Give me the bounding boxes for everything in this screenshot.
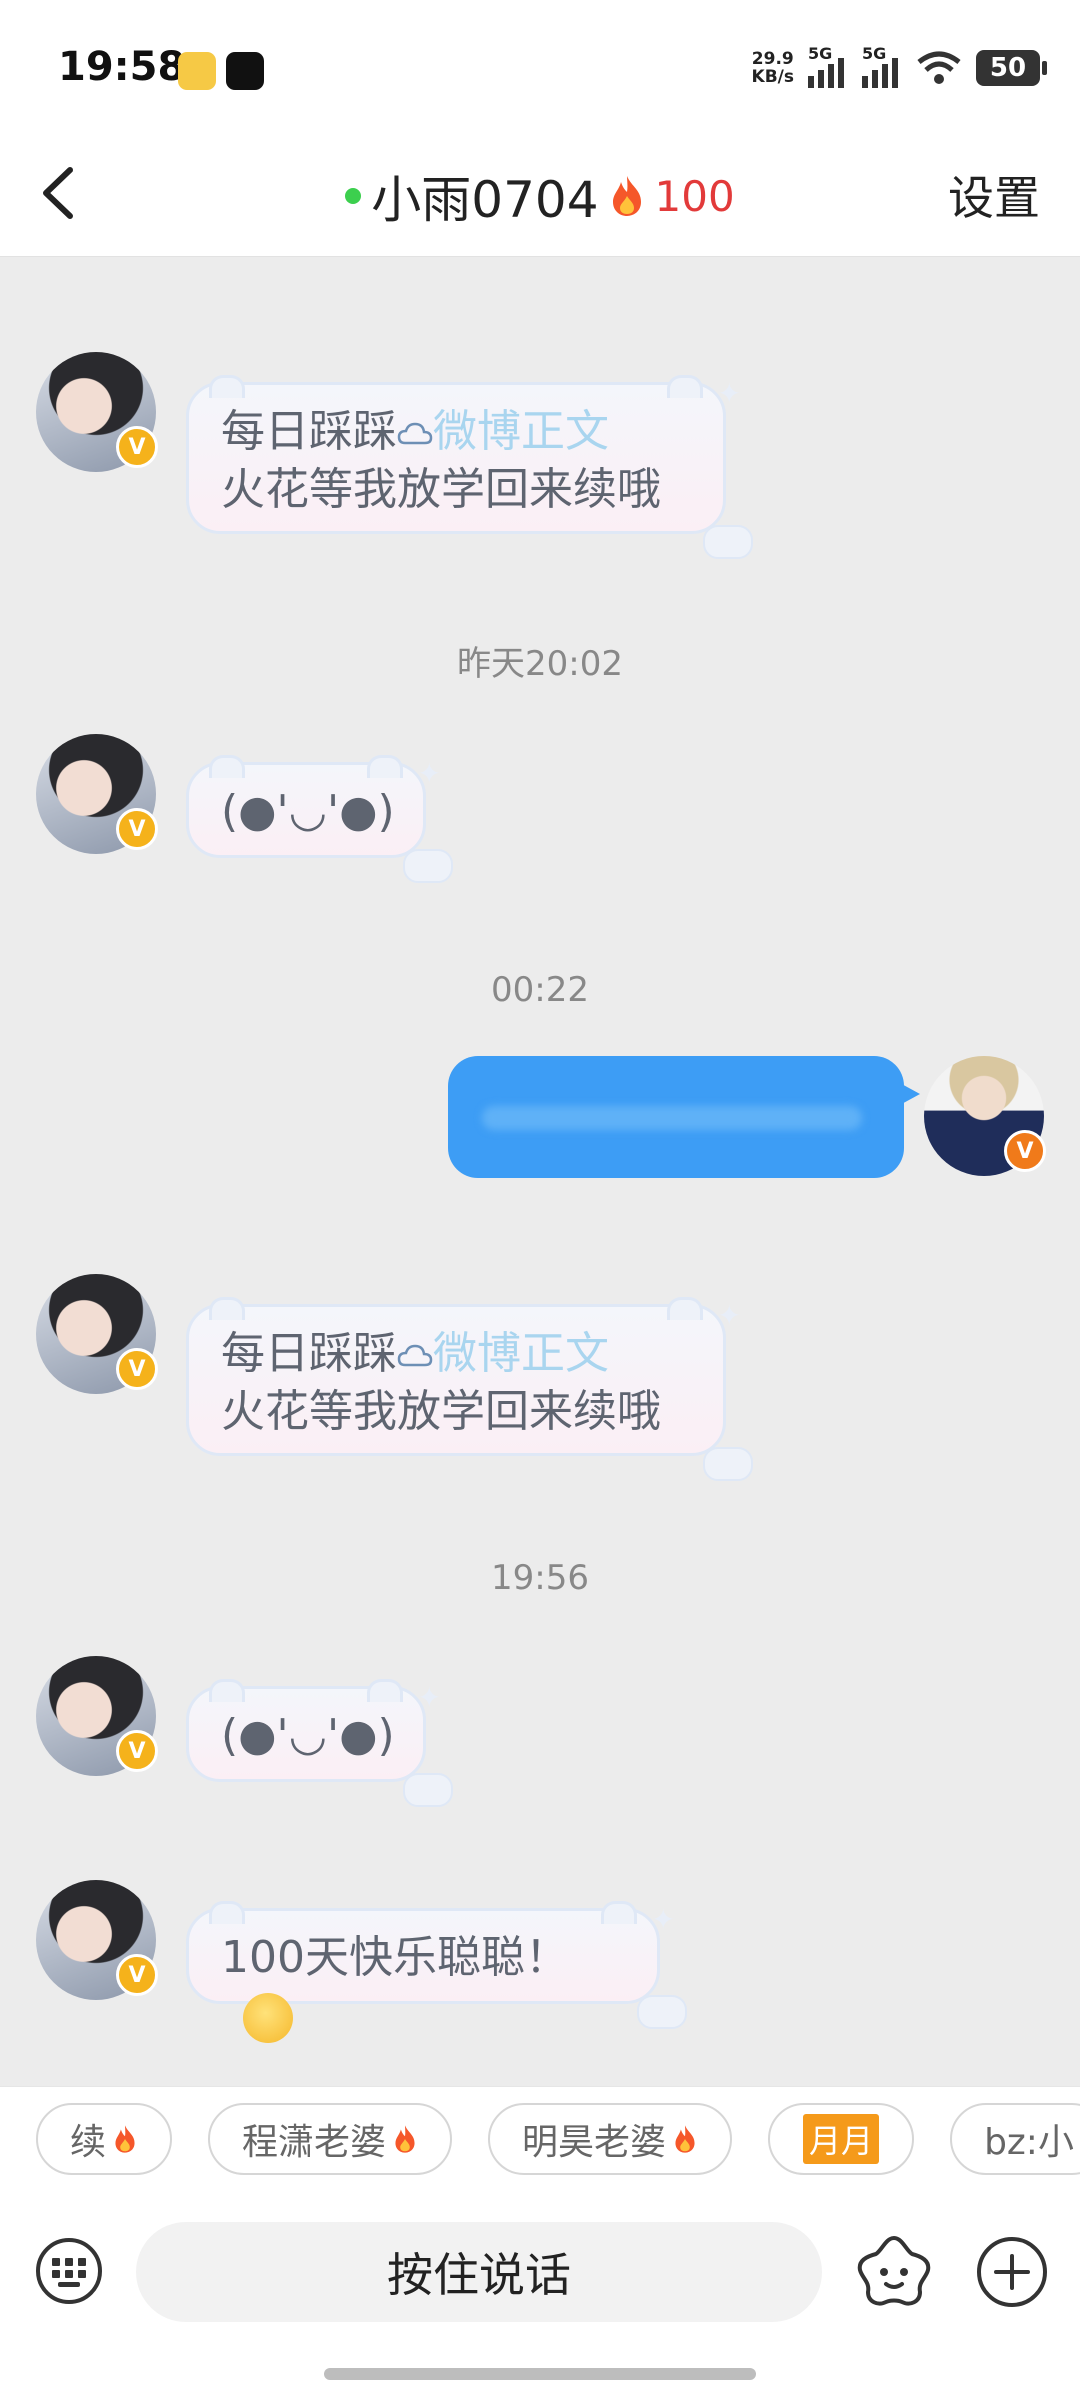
quick-reply-chip[interactable]: 明昊老婆: [488, 2103, 733, 2175]
weibo-post-link[interactable]: 微博正文: [433, 406, 609, 457]
hold-to-talk-button[interactable]: 按住说话: [136, 2222, 822, 2322]
my-avatar[interactable]: V: [924, 1056, 1046, 1176]
emoji-sticker-icon[interactable]: [854, 2232, 934, 2312]
outgoing-message-bubble[interactable]: [448, 1056, 920, 1178]
spark-flame-icon: [612, 176, 641, 216]
chat-header: 小雨0704 100 设置: [0, 130, 1080, 257]
verified-badge-icon: V: [116, 1348, 158, 1390]
verified-badge-icon: V: [116, 808, 158, 850]
fire-icon: [115, 2125, 135, 2153]
quick-reply-chip[interactable]: 程潇老婆: [208, 2103, 453, 2175]
quick-reply-chip[interactable]: 月月: [768, 2103, 915, 2175]
signal-1-icon: 5G: [808, 44, 848, 88]
blurred-message-text: [482, 1106, 862, 1130]
contact-avatar[interactable]: V: [36, 1880, 158, 2000]
verified-badge-icon: V: [116, 1954, 158, 1996]
weibo-post-link[interactable]: 微博正文: [433, 1328, 609, 1379]
net-speed: 29.9 KB/s: [751, 49, 794, 87]
message-bubble[interactable]: ✦ (●'◡'●): [186, 755, 453, 883]
chat-title: 小雨0704: [371, 171, 599, 229]
tiktok-icon: [226, 52, 264, 90]
keyboard-toggle-icon[interactable]: [34, 2236, 104, 2306]
fire-icon: [675, 2125, 695, 2153]
signal-2-icon: 5G: [862, 44, 902, 88]
settings-button[interactable]: 设置: [948, 162, 1040, 228]
verified-badge-icon: V: [116, 426, 158, 468]
timestamp: 00:22: [491, 970, 589, 1010]
message-text: (●'◡'●): [221, 1710, 395, 1761]
message-line-1: 每日踩踩 微博正文: [221, 406, 609, 457]
message-line-1: 每日踩踩 微博正文: [221, 1328, 609, 1379]
input-bar: 按住说话: [0, 2196, 1080, 2400]
message-bubble[interactable]: ✦ (●'◡'●): [186, 1679, 453, 1807]
chat-area[interactable]: V ✦ 每日踩踩 微博正文 火花等我放学回来续哦 昨天20:02 V ✦ (●'◡…: [0, 256, 1080, 2086]
status-bar: 19:58 29.9 KB/s 5G 5G 50: [0, 0, 1080, 130]
contact-avatar[interactable]: V: [36, 1274, 158, 1394]
quick-reply-bar[interactable]: 续 程潇老婆 明昊老婆 月月 bz:小: [0, 2086, 1080, 2197]
battery-icon: 50: [976, 50, 1047, 86]
cloud-icon: [397, 422, 433, 445]
contact-avatar[interactable]: V: [36, 352, 158, 472]
happy-face-emoji-icon: [243, 1993, 293, 2043]
verified-badge-icon: V: [116, 1730, 158, 1772]
quick-reply-chip[interactable]: bz:小: [950, 2103, 1080, 2175]
quick-reply-chip[interactable]: 续: [36, 2103, 173, 2175]
fire-icon: [395, 2125, 415, 2153]
wifi-icon: [917, 51, 961, 84]
plus-icon[interactable]: [974, 2234, 1050, 2310]
message-bubble[interactable]: ✦ 每日踩踩 微博正文 火花等我放学回来续哦: [186, 375, 753, 559]
verified-badge-icon: V: [1004, 1130, 1046, 1172]
spark-count: 100: [654, 171, 735, 221]
timestamp: 19:56: [491, 1558, 589, 1598]
weibo-icon: [178, 52, 216, 90]
message-line-2: 火花等我放学回来续哦: [221, 1386, 661, 1437]
message-text: (●'◡'●): [221, 786, 395, 837]
message-text: 100天快乐聪聪！: [221, 1929, 625, 2045]
timestamp: 昨天20:02: [457, 644, 623, 684]
contact-avatar[interactable]: V: [36, 1656, 158, 1776]
cloud-icon: [397, 1344, 433, 1367]
status-time: 19:58: [58, 44, 186, 90]
message-bubble[interactable]: ✦ 100天快乐聪聪！: [186, 1901, 687, 2043]
message-line-2: 火花等我放学回来续哦: [221, 464, 661, 515]
home-indicator[interactable]: [324, 2368, 756, 2380]
message-bubble[interactable]: ✦ 每日踩踩 微博正文 火花等我放学回来续哦: [186, 1297, 753, 1481]
chat-title-group[interactable]: 小雨0704 100: [0, 160, 1080, 232]
online-status-dot: [345, 188, 362, 204]
status-indicators: 29.9 KB/s 5G 5G 50: [751, 44, 1047, 88]
contact-avatar[interactable]: V: [36, 734, 158, 854]
